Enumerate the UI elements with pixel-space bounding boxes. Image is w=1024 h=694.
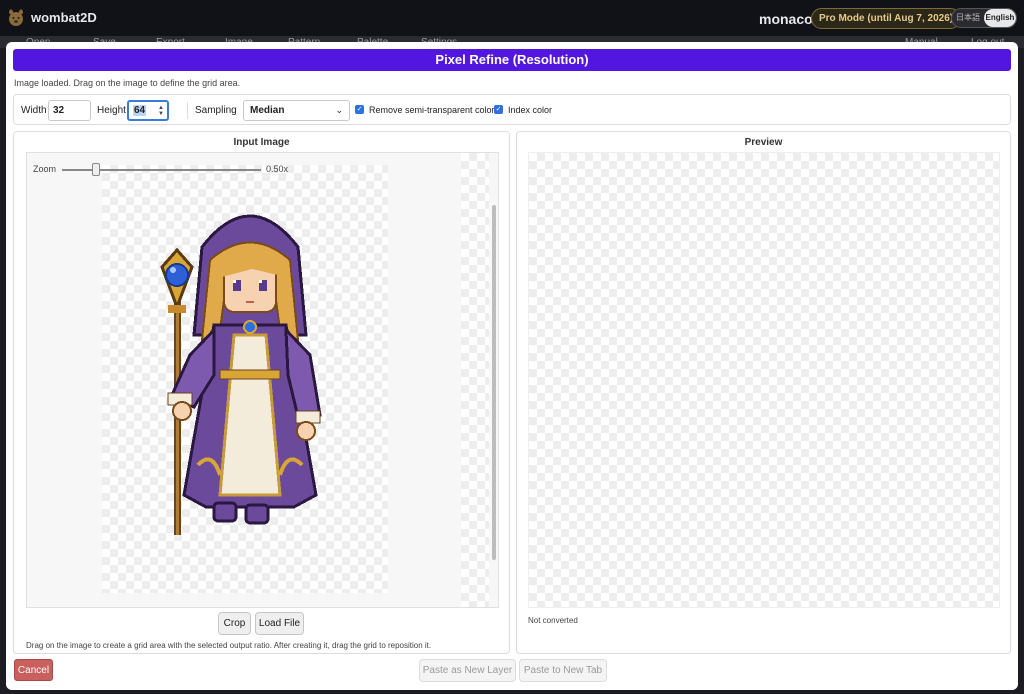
preview-status: Not converted bbox=[528, 616, 578, 625]
help-text: Drag on the image to create a grid area … bbox=[26, 641, 432, 650]
sampling-label: Sampling bbox=[195, 105, 237, 116]
index-color-checkbox[interactable]: ✓ bbox=[494, 105, 503, 114]
paste-to-new-tab-button[interactable]: Paste to New Tab bbox=[519, 659, 607, 682]
chevron-down-icon: ⌄ bbox=[335, 105, 343, 115]
image-viewport[interactable]: Zoom 0.50x bbox=[26, 152, 499, 608]
preview-canvas bbox=[528, 152, 1000, 608]
lang-en-option[interactable]: English bbox=[984, 9, 1016, 27]
preview-panel-title: Preview bbox=[744, 137, 783, 148]
wombat-logo-icon bbox=[9, 9, 23, 26]
remove-semi-transparent-checkbox[interactable]: ✓ bbox=[355, 105, 364, 114]
status-message: Image loaded. Drag on the image to defin… bbox=[14, 78, 241, 88]
index-color-label: Index color bbox=[508, 105, 553, 115]
zoom-slider-thumb[interactable] bbox=[91, 163, 100, 176]
language-toggle[interactable]: 日本語 English bbox=[951, 8, 1017, 28]
app-title: wombat2D bbox=[31, 10, 97, 25]
width-input[interactable]: 32 bbox=[48, 100, 91, 121]
preview-panel: Preview Not converted bbox=[516, 131, 1011, 654]
load-file-button[interactable]: Load File bbox=[255, 612, 304, 635]
dialog-title: Pixel Refine (Resolution) bbox=[13, 49, 1011, 71]
sampling-select[interactable]: Median ⌄ bbox=[243, 100, 350, 121]
vertical-scrollbar[interactable] bbox=[492, 205, 496, 560]
lang-ja-option[interactable]: 日本語 bbox=[952, 9, 984, 27]
input-image-canvas[interactable] bbox=[102, 165, 388, 593]
zoom-label: Zoom bbox=[33, 164, 57, 174]
cancel-button[interactable]: Cancel bbox=[14, 659, 53, 681]
user-name: monaco bbox=[759, 11, 813, 27]
viewport-padding bbox=[461, 153, 489, 607]
app-header: wombat2D monaco Pro Mode (until Aug 7, 2… bbox=[0, 0, 1024, 36]
crop-button[interactable]: Crop bbox=[218, 612, 251, 635]
input-image-panel: Input Image Zoom 0.50x Crop Load File Dr… bbox=[13, 131, 510, 654]
width-label: Width bbox=[21, 105, 47, 116]
mage-sprite-image bbox=[160, 214, 322, 535]
divider bbox=[187, 102, 188, 119]
pro-mode-badge[interactable]: Pro Mode (until Aug 7, 2026) bbox=[811, 8, 962, 29]
zoom-value: 0.50x bbox=[266, 164, 289, 174]
pixel-refine-dialog: Pixel Refine (Resolution) Image loaded. … bbox=[6, 42, 1018, 690]
input-panel-title: Input Image bbox=[233, 137, 290, 148]
height-spinner-icon[interactable]: ▲ ▼ bbox=[158, 105, 164, 117]
settings-bar: Width 32 Height 64 ▲ ▼ Sampling Median ⌄ … bbox=[13, 94, 1011, 125]
height-label: Height bbox=[97, 105, 126, 116]
remove-semi-transparent-label: Remove semi-transparent colors bbox=[369, 105, 500, 115]
height-input[interactable]: 64 ▲ ▼ bbox=[127, 100, 169, 121]
paste-as-new-layer-button[interactable]: Paste as New Layer bbox=[419, 659, 516, 682]
